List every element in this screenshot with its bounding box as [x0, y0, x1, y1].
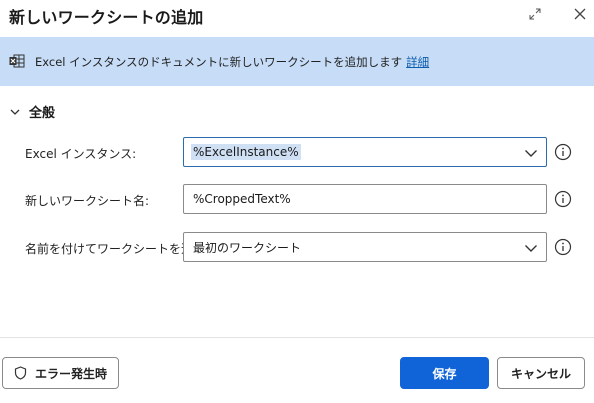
footer-divider [0, 337, 594, 338]
add-worksheet-as-label: 名前を付けてワークシートを追加: [25, 242, 210, 256]
section-general-toggle[interactable]: 全般 [9, 102, 55, 121]
info-icon[interactable] [554, 238, 572, 256]
excel-icon [9, 54, 25, 68]
chevron-down-icon [525, 150, 537, 157]
add-worksheet-as-select[interactable]: 最初のワークシート [183, 232, 547, 262]
shield-icon [14, 366, 27, 380]
cancel-button[interactable]: キャンセル [497, 357, 585, 389]
on-error-button[interactable]: エラー発生時 [2, 357, 119, 389]
save-button[interactable]: 保存 [400, 357, 489, 389]
chevron-down-icon [525, 245, 537, 252]
excel-instance-value: %ExcelInstance% [191, 144, 301, 160]
section-general-label: 全般 [29, 106, 56, 121]
banner-text: Excel インスタンスのドキュメントに新しいワークシートを追加します [35, 55, 403, 69]
excel-instance-label: Excel インスタンス: [25, 147, 137, 161]
worksheet-name-input[interactable]: %CroppedText% [183, 184, 547, 214]
banner-message: Excel インスタンスのドキュメントに新しいワークシートを追加します 詳細 [35, 54, 429, 70]
info-banner: Excel インスタンスのドキュメントに新しいワークシートを追加します 詳細 [0, 37, 594, 86]
close-icon [574, 8, 586, 20]
worksheet-name-value: %CroppedText% [193, 192, 291, 206]
close-button[interactable] [568, 2, 592, 26]
dialog-title: 新しいワークシートの追加 [9, 8, 204, 27]
add-worksheet-as-value: 最初のワークシート [193, 240, 302, 255]
info-icon[interactable] [554, 190, 572, 208]
worksheet-name-label: 新しいワークシート名: [25, 194, 150, 208]
details-link[interactable]: 詳細 [406, 55, 429, 69]
info-icon[interactable] [554, 143, 572, 161]
expand-icon [529, 8, 541, 20]
chevron-down-icon [10, 109, 20, 115]
on-error-label: エラー発生時 [34, 366, 107, 381]
expand-button[interactable] [523, 2, 547, 26]
excel-instance-select[interactable]: %ExcelInstance% [183, 137, 547, 167]
